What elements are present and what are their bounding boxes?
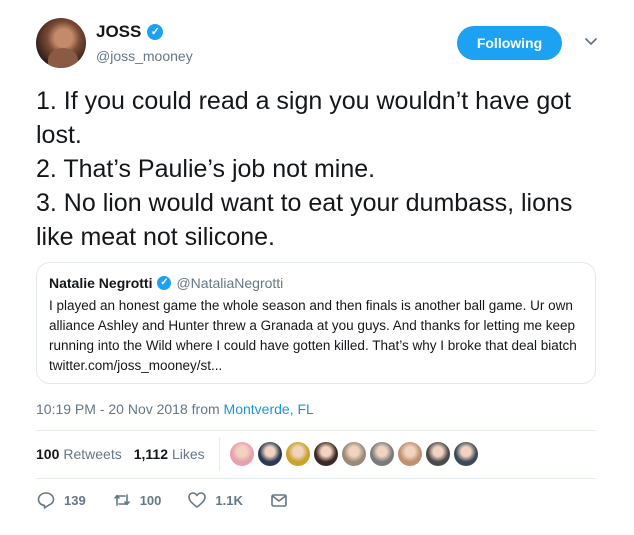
tweet-line: 2. That’s Paulie’s job not mine. [36, 155, 376, 183]
retweet-icon [113, 494, 130, 506]
likes-label: Likes [171, 446, 205, 462]
divider [218, 437, 220, 471]
likes-stat[interactable]: 1,112 Likes [134, 446, 205, 462]
tweet-line: 1. If you could read a sign you wouldn’t… [36, 87, 579, 149]
display-name[interactable]: JOSS [96, 22, 141, 42]
likes-count: 1,112 [133, 446, 168, 462]
liker-avatar[interactable] [257, 442, 282, 466]
envelope-icon [271, 494, 287, 507]
retweets-stat[interactable]: 100 Retweets [36, 446, 122, 462]
quoted-handle: @NataliaNegrotti [176, 275, 284, 291]
liker-avatar[interactable] [453, 442, 478, 466]
quoted-tweet-text: I played an honest game the whole season… [49, 298, 577, 373]
user-handle[interactable]: @joss_mooney [96, 48, 193, 64]
like-button[interactable]: 1.1K [187, 490, 243, 510]
quoted-tweet[interactable]: Natalie Negrotti ✓ @NataliaNegrotti I pl… [36, 262, 596, 384]
divider [36, 430, 596, 431]
timestamp[interactable]: 10:19 PM - 20 Nov 2018 from [36, 401, 220, 417]
retweet-button[interactable]: 100 [112, 490, 162, 510]
location-link[interactable]: Montverde, FL [224, 401, 314, 417]
tweet-line: 3. No lion would want to eat your dumbas… [36, 189, 580, 251]
liker-avatar[interactable] [369, 442, 394, 466]
liker-avatar[interactable] [425, 442, 450, 466]
tweet-meta: 10:19 PM - 20 Nov 2018 from Montverde, F… [36, 401, 314, 417]
liker-avatar[interactable] [341, 442, 366, 466]
name-row: JOSS ✓ [96, 22, 164, 42]
quoted-display-name: Natalie Negrotti [49, 275, 153, 291]
tweet-actions: 139 100 1.1K [36, 490, 315, 510]
divider [36, 478, 596, 479]
tweet-header: JOSS ✓ @joss_mooney Following [36, 18, 606, 74]
verified-badge-icon: ✓ [147, 24, 164, 40]
heart-icon [188, 492, 207, 508]
engagement-stats: 100 Retweets 1,112 Likes [36, 437, 478, 471]
avatar[interactable] [36, 18, 86, 68]
direct-message-button[interactable] [269, 490, 289, 510]
liker-avatar[interactable] [397, 442, 422, 466]
like-count: 1.1K [215, 492, 243, 508]
retweets-count: 100 [36, 446, 60, 462]
tweet-text: 1. If you could read a sign you wouldn’t… [36, 84, 606, 254]
following-button[interactable]: Following [457, 26, 562, 60]
reply-icon [37, 492, 55, 509]
liker-avatar[interactable] [313, 442, 338, 466]
retweet-count: 100 [139, 492, 162, 508]
chevron-down-icon[interactable] [582, 32, 600, 50]
liker-avatars [229, 442, 478, 466]
reply-button[interactable]: 139 [36, 490, 86, 510]
liker-avatar[interactable] [229, 442, 254, 466]
quoted-tweet-header: Natalie Negrotti ✓ @NataliaNegrotti [49, 275, 583, 291]
reply-count: 139 [64, 492, 86, 508]
retweets-label: Retweets [63, 446, 122, 462]
liker-avatar[interactable] [285, 442, 310, 466]
verified-badge-icon: ✓ [157, 276, 172, 290]
